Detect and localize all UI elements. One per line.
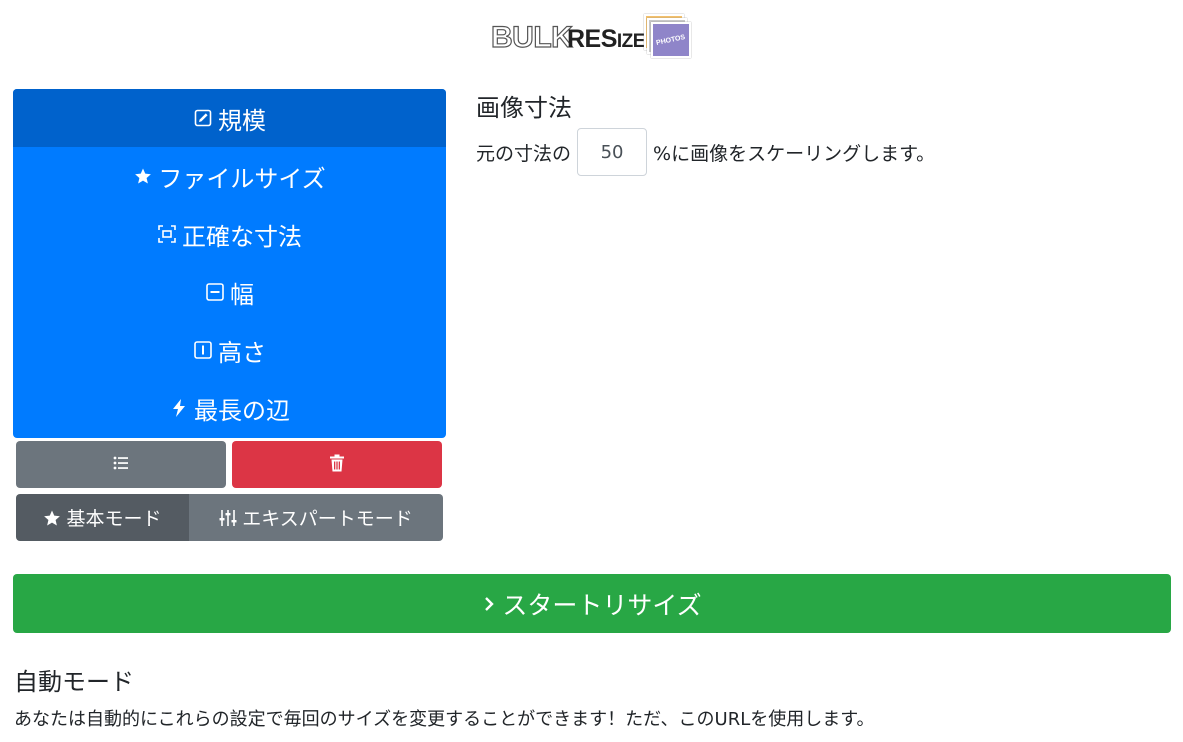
nav-item-label: ファイルサイズ	[158, 164, 326, 193]
basic-mode-label: 基本モード	[66, 508, 162, 530]
photos-icon: PHOTOS	[644, 14, 692, 60]
clear-files-button[interactable]	[232, 441, 442, 488]
sliders-icon	[219, 509, 237, 527]
nav-item-scale[interactable]: 規模	[13, 89, 446, 147]
mode-toggle-group: 基本モード エキスパートモード	[16, 494, 443, 541]
scale-percent-input[interactable]	[577, 128, 648, 176]
nav-item-label: 幅	[230, 280, 254, 309]
nav-item-label: 最長の辺	[194, 396, 290, 425]
resize-mode-nav: 規模 ファイルサイズ 正確な寸法 幅 高さ 最長の辺	[13, 89, 446, 438]
nav-item-height[interactable]: 高さ	[13, 321, 446, 379]
scale-suffix-text: %に画像をスケーリングします。	[653, 142, 936, 165]
nav-item-longest-side[interactable]: 最長の辺	[13, 379, 446, 437]
width-box-icon	[205, 282, 225, 302]
height-box-icon	[193, 340, 213, 360]
auto-mode-description: あなたは自動的にこれらの設定で毎回のサイズを変更することができます！ただ、このU…	[14, 709, 875, 730]
nav-item-width[interactable]: 幅	[13, 263, 446, 321]
site-logo[interactable]: BULK RESIZE PHOTOS	[490, 14, 696, 60]
image-dimensions-title: 画像寸法	[476, 94, 572, 122]
crop-frame-icon	[157, 224, 177, 244]
logo-resize-small: IZE	[616, 31, 646, 52]
nav-item-file-size[interactable]: ファイルサイズ	[13, 147, 446, 205]
basic-mode-button[interactable]: 基本モード	[16, 494, 189, 541]
logo-photos-text: PHOTOS	[655, 33, 687, 47]
trash-icon	[329, 454, 345, 476]
nav-item-label: 正確な寸法	[182, 222, 302, 251]
edit-square-icon	[193, 108, 213, 128]
nav-item-label: 規模	[218, 106, 266, 135]
file-list-button[interactable]	[16, 441, 226, 488]
auto-mode-title: 自動モード	[14, 668, 134, 696]
star-icon	[43, 509, 61, 527]
nav-item-exact-dimensions[interactable]: 正確な寸法	[13, 205, 446, 263]
list-icon	[112, 454, 130, 476]
logo-bulk-text: BULK	[490, 20, 573, 54]
scale-row: 元の寸法の %に画像をスケーリングします。	[476, 128, 935, 176]
scale-prefix-text: 元の寸法の	[476, 142, 572, 165]
nav-item-label: 高さ	[218, 338, 266, 367]
start-resize-button[interactable]: スタートリサイズ	[13, 574, 1171, 633]
bolt-icon	[169, 398, 189, 418]
star-icon	[133, 166, 153, 186]
start-resize-label: スタートリサイズ	[502, 590, 702, 620]
expert-mode-label: エキスパートモード	[242, 508, 413, 530]
expert-mode-button[interactable]: エキスパートモード	[189, 494, 443, 541]
chevron-right-icon	[482, 596, 496, 612]
logo-resize-text: RESIZE	[567, 25, 645, 54]
logo-resize-big: RES	[567, 25, 617, 53]
